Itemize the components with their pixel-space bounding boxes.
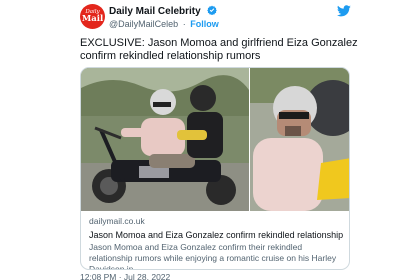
embedded-tweet: Daily Mail Daily Mail Celebrity @DailyMa… bbox=[0, 0, 420, 280]
card-description: Jason Momoa and Eiza Gonzalez confirm th… bbox=[89, 242, 337, 270]
separator-dot: · bbox=[182, 19, 186, 29]
tweet-timestamp[interactable]: 12:08 PM · Jul 28, 2022 bbox=[80, 272, 170, 280]
card-domain: dailymail.co.uk bbox=[89, 216, 145, 226]
account-info: Daily Mail Celebrity @DailyMailCeleb · F… bbox=[109, 4, 219, 30]
tweet-text: EXCLUSIVE: Jason Momoa and girlfriend Ei… bbox=[80, 37, 358, 62]
tweet-header: Daily Mail Daily Mail Celebrity @DailyMa… bbox=[80, 4, 356, 30]
avatar-text-line2: Mail bbox=[81, 14, 104, 24]
twitter-bird-icon[interactable] bbox=[337, 4, 351, 17]
link-preview-card[interactable]: dailymail.co.uk Jason Momoa and Eiza Gon… bbox=[80, 67, 350, 270]
display-name[interactable]: Daily Mail Celebrity bbox=[109, 6, 201, 17]
card-image[interactable] bbox=[81, 68, 349, 211]
follow-button[interactable]: Follow bbox=[190, 19, 219, 29]
avatar[interactable]: Daily Mail bbox=[80, 4, 105, 29]
card-meta: dailymail.co.uk Jason Momoa and Eiza Gon… bbox=[89, 216, 343, 270]
card-title[interactable]: Jason Momoa and Eiza Gonzalez confirm re… bbox=[89, 229, 343, 241]
verified-badge-icon bbox=[207, 5, 217, 17]
account-handle[interactable]: @DailyMailCeleb bbox=[109, 19, 178, 29]
